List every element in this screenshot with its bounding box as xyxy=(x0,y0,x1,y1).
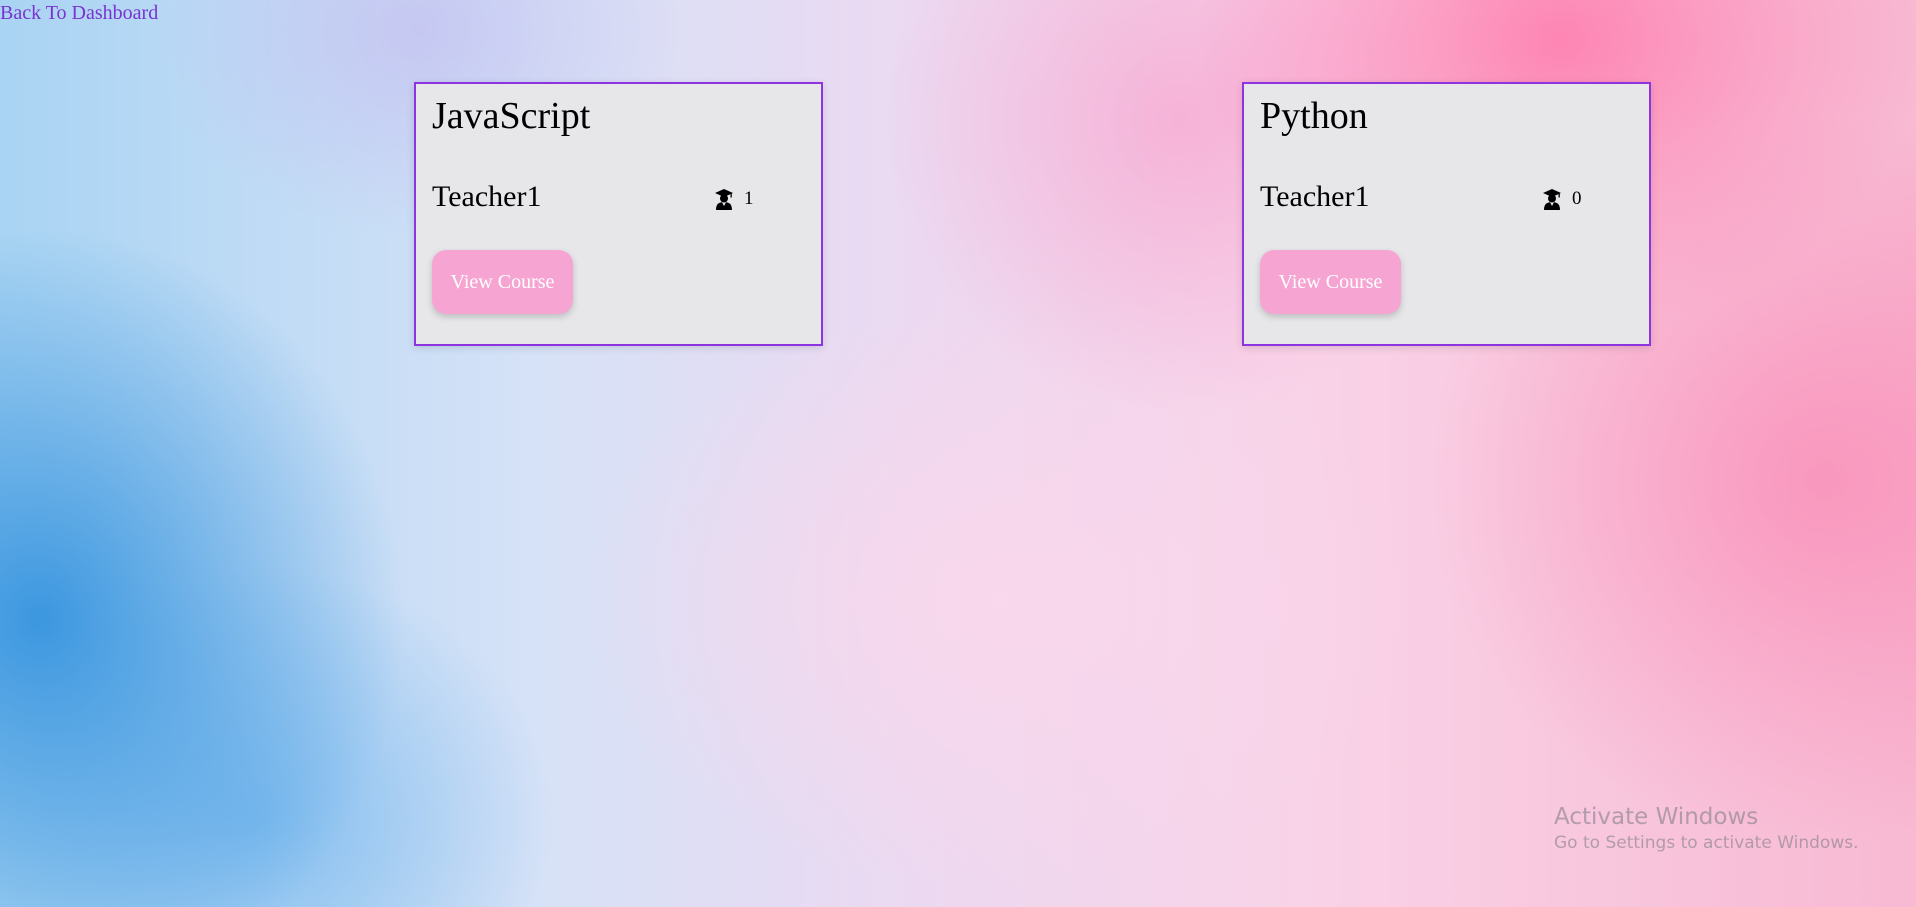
graduate-student-icon xyxy=(1543,189,1561,210)
course-teacher: Teacher1 xyxy=(1260,180,1370,213)
course-card-python: Python Teacher1 0 View Course xyxy=(1242,82,1651,346)
graduate-student-icon xyxy=(715,189,733,210)
course-title: Python xyxy=(1260,95,1368,137)
view-course-button[interactable]: View Course xyxy=(1260,250,1401,314)
student-count: 0 xyxy=(1542,188,1582,210)
back-to-dashboard-link[interactable]: Back To Dashboard xyxy=(0,2,158,25)
watermark-subtitle: Go to Settings to activate Windows. xyxy=(1554,833,1859,853)
student-count-value: 1 xyxy=(744,188,754,209)
course-title: JavaScript xyxy=(432,95,591,137)
activate-windows-watermark: Activate Windows Go to Settings to activ… xyxy=(1554,802,1859,854)
watermark-title: Activate Windows xyxy=(1554,804,1759,830)
view-course-button[interactable]: View Course xyxy=(432,250,573,314)
course-teacher: Teacher1 xyxy=(432,180,542,213)
student-count-value: 0 xyxy=(1572,188,1582,209)
course-card-javascript: JavaScript Teacher1 1 View Course xyxy=(414,82,823,346)
student-count: 1 xyxy=(714,188,754,210)
